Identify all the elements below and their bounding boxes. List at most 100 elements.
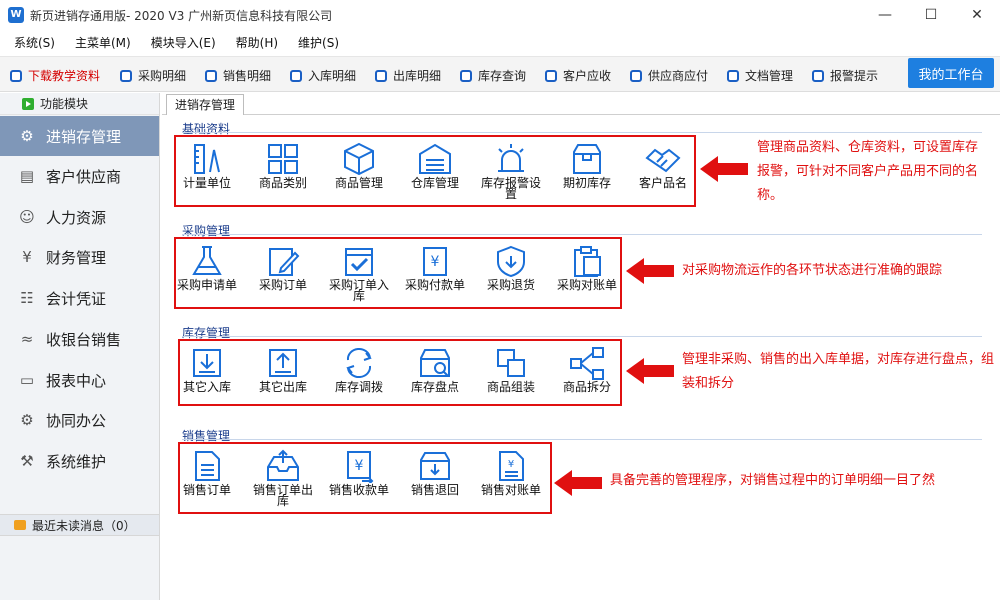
split-nodes-icon xyxy=(570,347,604,380)
annotation-purchase: 对采购物流运作的各环节状态进行准确的跟踪 xyxy=(682,263,943,278)
section-divider xyxy=(182,132,982,133)
tray-upload-icon xyxy=(267,449,299,481)
module-product[interactable]: 商品管理 xyxy=(324,142,394,189)
quick-download-tutorials[interactable]: 下载教学资料 xyxy=(10,67,100,84)
quick-sales-detail[interactable]: 销售明细 xyxy=(205,67,271,84)
sidebar-item-cashier[interactable]: ≈ 收银台销售 xyxy=(0,319,159,359)
module-customer-product-name[interactable]: 客户品名 xyxy=(628,142,698,189)
tab-inventory-management[interactable]: 进销存管理 xyxy=(166,94,245,115)
box-search-icon xyxy=(420,349,450,377)
red-arrow-icon xyxy=(700,156,748,182)
svg-text:¥: ¥ xyxy=(431,254,440,270)
module-purchase-inbound[interactable]: 采购订单入库 xyxy=(324,244,394,302)
module-sales-order[interactable]: 销售订单 xyxy=(172,449,242,496)
quick-alarm-tips[interactable]: 报警提示 xyxy=(812,67,878,84)
ledger-icon: ☷ xyxy=(20,289,34,307)
flask-icon xyxy=(192,246,222,275)
section-divider xyxy=(182,234,982,235)
module-sales-receipt[interactable]: ¥ 销售收款单 xyxy=(324,449,394,496)
gear-icon: ⚙ xyxy=(20,411,34,429)
sidebar-item-collaboration[interactable]: ⚙ 协同办公 xyxy=(0,400,159,440)
unread-messages[interactable]: 最近未读消息（0） xyxy=(0,514,159,536)
assembly-icon xyxy=(497,349,525,377)
sidebar-item-maintenance[interactable]: ⚒ 系统维护 xyxy=(0,441,159,481)
module-opening-stock[interactable]: 期初库存 xyxy=(552,142,622,189)
module-warehouse[interactable]: 仓库管理 xyxy=(400,142,470,189)
monitor-icon: ▭ xyxy=(19,371,35,389)
menu-module-import[interactable]: 模块导入(E) xyxy=(151,34,216,51)
checkbox-icon xyxy=(375,69,387,82)
module-sales-outbound[interactable]: 销售订单出库 xyxy=(248,449,318,507)
clipboard-icon xyxy=(574,246,601,277)
window-controls: — ☐ ✕ xyxy=(862,0,1000,30)
shield-icon xyxy=(497,245,525,278)
sidebar-item-vouchers[interactable]: ☷ 会计凭证 xyxy=(0,278,159,318)
module-stock-transfer[interactable]: 库存调拨 xyxy=(324,346,394,393)
quick-supplier-payable[interactable]: 供应商应付 xyxy=(630,67,708,84)
red-arrow-icon xyxy=(626,358,674,384)
box-down-icon xyxy=(420,452,450,480)
module-panel: 基础资料 计量单位 商品类别 商品管理 仓库管理 库存报警设置 期初库存 客户品… xyxy=(162,116,1000,600)
module-unit[interactable]: 计量单位 xyxy=(172,142,242,189)
menu-help[interactable]: 帮助(H) xyxy=(236,34,278,51)
inventory-icon: ⚙ xyxy=(20,127,34,145)
module-purchase-return[interactable]: 采购退货 xyxy=(476,244,546,291)
red-arrow-icon xyxy=(554,470,602,496)
app-logo-icon: W xyxy=(8,7,24,23)
module-sales-return[interactable]: 销售退回 xyxy=(400,449,470,496)
grid-icon xyxy=(268,144,298,174)
menu-system[interactable]: 系统(S) xyxy=(14,34,55,51)
quick-purchase-detail[interactable]: 采购明细 xyxy=(120,67,186,84)
yen-receipt-icon: ¥ xyxy=(347,451,374,483)
annotation-basic: 管理商品资料、仓库资料，可设置库存报警，可针对不同客户产品用不同的名称。 xyxy=(757,140,979,203)
red-arrow-icon xyxy=(626,258,674,284)
module-purchase-request[interactable]: 采购申请单 xyxy=(172,244,242,291)
svg-text:¥: ¥ xyxy=(355,458,364,474)
quick-outbound-detail[interactable]: 出库明细 xyxy=(375,67,441,84)
module-stock-count[interactable]: 库存盘点 xyxy=(400,346,470,393)
module-other-outbound[interactable]: 其它出库 xyxy=(248,346,318,393)
module-stock-alarm[interactable]: 库存报警设置 xyxy=(476,142,546,200)
module-product-split[interactable]: 商品拆分 xyxy=(552,346,622,393)
quick-access-bar: 下载教学资料 采购明细 销售明细 入库明细 出库明细 库存查询 客户应收 供应商… xyxy=(0,56,1000,92)
menu-maintenance[interactable]: 维护(S) xyxy=(298,34,339,51)
edit-doc-icon xyxy=(269,248,300,276)
money-icon: ¥ xyxy=(22,248,32,266)
sidebar-item-hr[interactable]: ☺ 人力资源 xyxy=(0,197,159,237)
section-divider xyxy=(182,439,982,440)
tab-bar: 进销存管理 xyxy=(162,93,1000,115)
box-icon xyxy=(573,144,601,174)
title-bar: W 新页进销存通用版- 2020 V3 广州新页信息科技有限公司 — ☐ ✕ xyxy=(0,0,1000,30)
minimize-icon[interactable]: — xyxy=(862,0,908,30)
module-purchase-order[interactable]: 采购订单 xyxy=(248,244,318,291)
quick-stock-query[interactable]: 库存查询 xyxy=(460,67,526,84)
sidebar-item-reports[interactable]: ▭ 报表中心 xyxy=(0,360,159,400)
checkbox-icon xyxy=(290,69,302,82)
quick-document-management[interactable]: 文档管理 xyxy=(727,67,793,84)
checkbox-icon xyxy=(545,69,557,82)
sidebar-item-inventory[interactable]: ⚙ 进销存管理 xyxy=(0,116,159,156)
module-other-inbound[interactable]: 其它入库 xyxy=(172,346,242,393)
yen-doc-icon: ¥ xyxy=(423,247,447,276)
module-category[interactable]: 商品类别 xyxy=(248,142,318,189)
document-icon: ▤ xyxy=(19,167,35,185)
maximize-icon[interactable]: ☐ xyxy=(908,0,954,30)
annotation-stock: 管理非采购、销售的出入库单据，对库存进行盘点，组装和拆分 xyxy=(682,352,995,391)
module-product-assembly[interactable]: 商品组装 xyxy=(476,346,546,393)
checkbox-icon xyxy=(630,69,642,82)
menu-main[interactable]: 主菜单(M) xyxy=(75,34,131,51)
close-icon[interactable]: ✕ xyxy=(954,0,1000,30)
ruler-icon xyxy=(194,144,220,174)
my-workbench-button[interactable]: 我的工作台 xyxy=(908,58,994,88)
svg-text:¥: ¥ xyxy=(508,459,514,470)
sidebar-item-customers-suppliers[interactable]: ▤ 客户供应商 xyxy=(0,156,159,196)
module-purchase-payment[interactable]: ¥ 采购付款单 xyxy=(400,244,470,291)
quick-customer-receivable[interactable]: 客户应收 xyxy=(545,67,611,84)
quick-inbound-detail[interactable]: 入库明细 xyxy=(290,67,356,84)
module-sales-statement[interactable]: ¥ 销售对账单 xyxy=(476,449,546,496)
checkbox-icon xyxy=(10,69,22,82)
checkbox-icon xyxy=(205,69,217,82)
module-purchase-statement[interactable]: 采购对账单 xyxy=(552,244,622,291)
sidebar-item-finance[interactable]: ¥ 财务管理 xyxy=(0,237,159,277)
checkbox-icon xyxy=(812,69,824,82)
